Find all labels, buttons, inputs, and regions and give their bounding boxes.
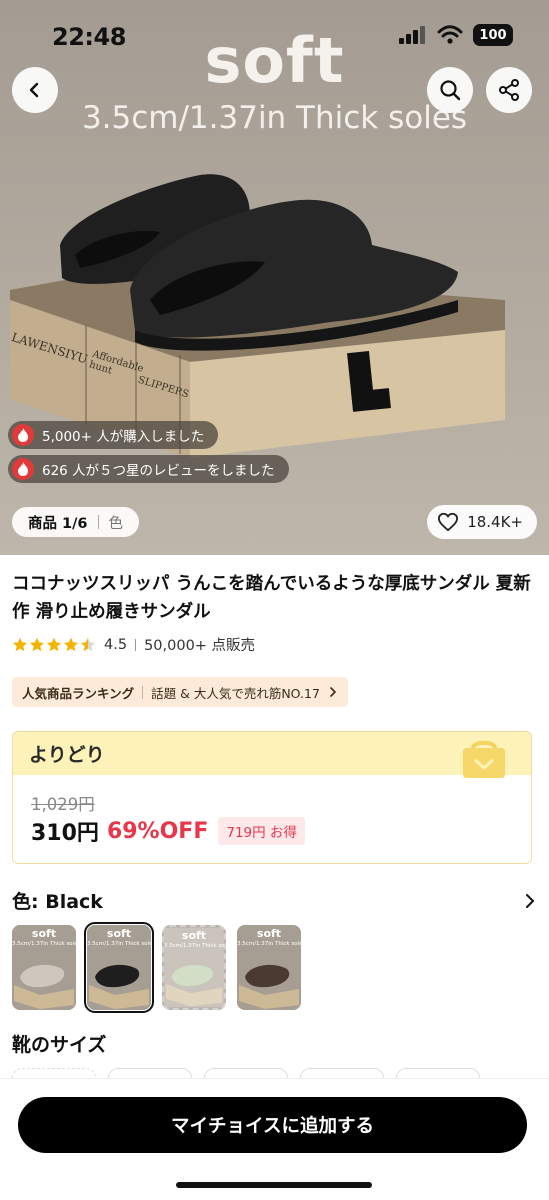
color-tab[interactable]: 色 [109,512,124,533]
review-count-badge: 626 人が５つ星のレビューをしました [8,455,289,483]
color-option-brown[interactable]: soft 3.5cm/1.37in Thick soles [237,925,301,1010]
savings-tag: 719円 お得 [218,817,305,845]
color-option-black[interactable]: soft 3.5cm/1.37in Thick soles [84,922,154,1013]
battery-icon: 100 [473,24,513,46]
image-index: 商品 1/6 [28,515,88,532]
chevron-right-icon[interactable] [523,893,537,909]
discount-percent: 69%OFF [106,818,209,844]
purchase-count-text: 5,000+ 人が購入しました [42,429,205,445]
review-count-text: 626 人が５つ星のレビューをしました [42,463,275,479]
chevron-right-icon [330,687,337,697]
status-bar: 22:48 100 [0,0,549,70]
add-to-my-choice-button[interactable]: マイチョイスに追加する [18,1097,527,1153]
size-label: 靴のサイズ [12,1034,107,1056]
ranking-label: 人気商品ランキング [22,685,135,701]
favorite-button[interactable]: 18.4K+ [427,505,537,539]
rating-value: 4.5 [104,636,128,653]
search-button[interactable] [427,67,473,113]
fire-icon [12,458,34,480]
original-price: 1,029円 [31,795,95,814]
purchase-count-badge: 5,000+ 人が購入しました [8,421,219,449]
wifi-icon [437,25,463,44]
color-option-beige[interactable]: soft 3.5cm/1.37in Thick soles [12,925,76,1010]
image-counter[interactable]: 商品 1/6 色 [12,507,140,537]
rating-stars [12,637,98,653]
heart-icon [438,512,459,532]
product-title: ココナッツスリッパ うんこを踏んでいるような厚底サンダル 夏新作 滑り止め履きサ… [12,574,531,622]
ranking-badge[interactable]: 人気商品ランキング 話題 & 大人気で売れ筋NO.17 [12,677,348,707]
chevron-left-icon [29,82,39,98]
star-icon [12,637,96,651]
color-label: 色: Black [12,891,103,913]
color-thumbnails: soft 3.5cm/1.37in Thick soles soft 3.5cm… [12,922,301,1013]
bottom-action-bar: マイチョイスに追加する [0,1078,549,1200]
shopping-bag-icon [463,740,505,778]
home-indicator [176,1182,372,1188]
color-selector-header[interactable]: 色: Black [12,887,537,914]
like-count: 18.4K+ [467,513,523,531]
sold-count: 50,000+ 点販売 [144,638,256,654]
deal-title: よりどり [29,744,105,766]
deal-card: よりどり 1,029円 310円 69%OFF 719円 お得 [12,731,532,864]
search-icon [440,80,461,101]
product-image-carousel[interactable]: soft 3.5cm/1.37in Thick soles LAWENSIYU … [0,0,549,555]
rating-row[interactable]: 4.5 50,000+ 点販売 [12,634,255,655]
status-time: 22:48 [52,23,126,51]
share-icon [499,79,519,101]
share-button[interactable] [486,67,532,113]
ranking-text: 話題 & 大人気で売れ筋NO.17 [151,685,320,701]
fire-icon [12,424,34,446]
color-option-green[interactable]: soft 3.5cm/1.37in Thick soles [162,925,226,1010]
back-button[interactable] [12,67,58,113]
sale-price: 310円 [31,821,99,846]
signal-icon [399,26,425,44]
